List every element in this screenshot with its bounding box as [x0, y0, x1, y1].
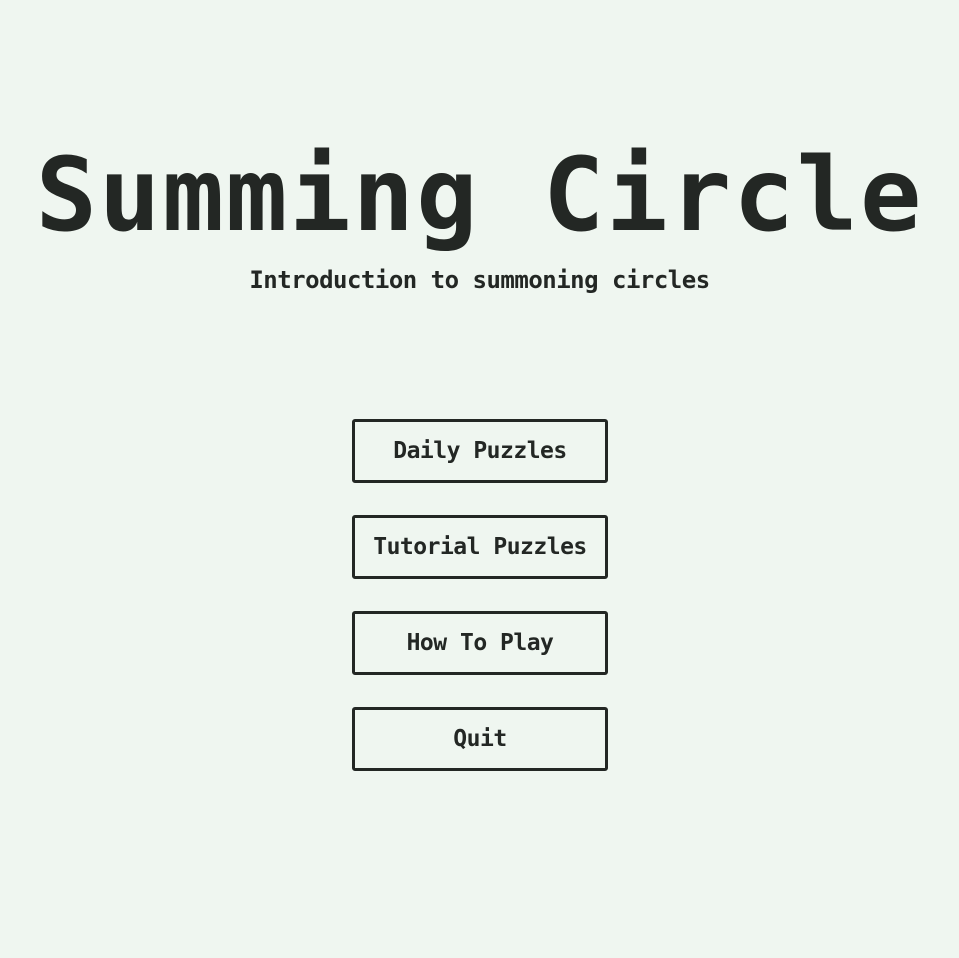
main-menu: Daily Puzzles Tutorial Puzzles How To Pl… [352, 419, 608, 771]
quit-button[interactable]: Quit [352, 707, 608, 771]
daily-puzzles-button[interactable]: Daily Puzzles [352, 419, 608, 483]
tutorial-puzzles-button[interactable]: Tutorial Puzzles [352, 515, 608, 579]
how-to-play-button[interactable]: How To Play [352, 611, 608, 675]
game-title: Summing Circle [35, 136, 924, 255]
game-subtitle: Introduction to summoning circles [249, 266, 710, 294]
